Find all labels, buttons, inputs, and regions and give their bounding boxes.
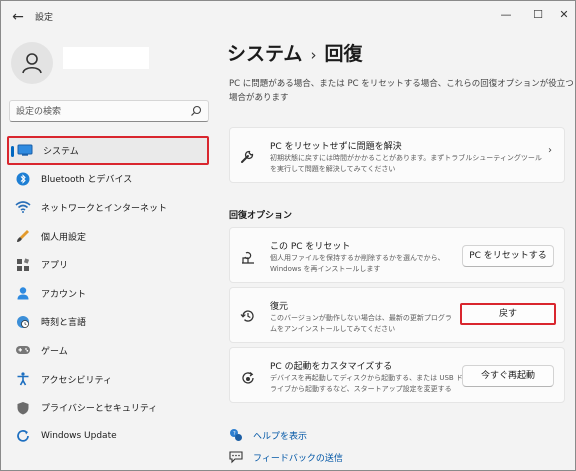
apps-icon	[15, 257, 31, 273]
history-icon	[240, 310, 254, 322]
accessibility-icon	[15, 371, 31, 387]
reset-pc-card: この PC をリセット 個人用ファイルを保持するか削除するかを選んでから、 Wi…	[229, 227, 565, 283]
wifi-icon	[15, 199, 31, 215]
sidebar-item-personalization[interactable]: 個人用設定	[7, 222, 209, 251]
shield-icon	[15, 400, 31, 416]
gamepad-icon	[15, 342, 31, 358]
reset-pc-title: この PC をリセット	[270, 242, 351, 252]
go-back-desc-line1: このバージョンが動作しない場合は、最新の更新プログラ	[270, 314, 452, 322]
give-feedback-label[interactable]: フィードバックの送信	[253, 451, 343, 464]
fix-problems-card[interactable]: PC をリセットせずに問題を解決 初期状態に戻すには時間がかかることがあります。…	[229, 127, 565, 183]
reset-pc-button[interactable]: PC をリセットする	[462, 245, 554, 267]
search-box[interactable]	[9, 100, 209, 122]
go-back-desc-line2: ムをアンインストールしてみてください	[270, 325, 396, 333]
go-back-button[interactable]: 戻す	[460, 303, 556, 325]
give-feedback-link[interactable]: フィードバックの送信	[229, 450, 343, 464]
sidebar-item-network[interactable]: ネットワークとインターネット	[7, 193, 209, 222]
recovery-options-heading: 回復オプション	[229, 211, 293, 221]
avatar[interactable]	[11, 42, 53, 84]
sidebar-item-system[interactable]: システム	[7, 136, 209, 165]
search-icon	[191, 105, 202, 116]
go-back-title: 復元	[270, 302, 289, 312]
bluetooth-icon	[15, 171, 31, 187]
page-description-line1: PC に問題がある場合、または PC をリセットする場合、これらの回復オプション…	[229, 79, 574, 89]
restart-gear-icon	[242, 372, 254, 384]
sidebar-item-label: プライバシーとセキュリティ	[41, 404, 158, 415]
sidebar-item-label: 個人用設定	[41, 232, 87, 243]
clock-globe-icon	[15, 314, 31, 330]
window-title: 設定	[35, 13, 54, 23]
breadcrumb: システム › 回復	[227, 39, 362, 66]
sidebar-item-label: Windows Update	[41, 431, 117, 442]
advanced-startup-title: PC の起動をカスタマイズする	[270, 362, 393, 372]
sidebar-item-label: アプリ	[41, 261, 69, 272]
windows-update-icon	[15, 428, 31, 444]
advanced-startup-desc-line1: デバイスを再起動してディスクから起動する、または USB ド	[270, 374, 463, 382]
sidebar-item-label: アカウント	[41, 289, 87, 300]
sidebar-item-label: 時刻と言語	[41, 318, 87, 329]
brush-icon	[15, 228, 31, 244]
get-help-link[interactable]: ? ヘルプを表示	[229, 428, 307, 442]
chevron-right-icon: ›	[548, 145, 552, 156]
sidebar-nav: システム Bluetooth とデバイス ネットワークとインターネット 個人用設…	[7, 136, 209, 451]
go-back-card: 復元 このバージョンが動作しない場合は、最新の更新プログラ ムをアンインストール…	[229, 287, 565, 343]
get-help-label[interactable]: ヘルプを表示	[253, 429, 307, 442]
settings-window: ← 設定 — ☐ ✕ システム Bluetooth とデバイス	[0, 0, 576, 471]
sidebar-item-accounts[interactable]: アカウント	[7, 279, 209, 308]
reset-pc-icon	[242, 251, 254, 264]
search-input[interactable]	[16, 104, 176, 119]
sidebar-item-label: ネットワークとインターネット	[41, 203, 168, 214]
advanced-startup-card: PC の起動をカスタマイズする デバイスを再起動してディスクから起動する、または…	[229, 347, 565, 403]
advanced-startup-desc-line2: ライブから起動するなど、スタートアップ設定を変更する	[270, 385, 452, 393]
page-title: 回復	[324, 43, 363, 65]
sidebar-item-label: アクセシビリティ	[41, 375, 113, 386]
sidebar-item-gaming[interactable]: ゲーム	[7, 336, 209, 365]
sidebar-item-time-language[interactable]: 時刻と言語	[7, 308, 209, 337]
breadcrumb-separator: ›	[310, 46, 317, 64]
system-icon	[17, 142, 33, 158]
breadcrumb-parent[interactable]: システム	[227, 43, 302, 65]
sidebar-item-apps[interactable]: アプリ	[7, 250, 209, 279]
sidebar-item-bluetooth[interactable]: Bluetooth とデバイス	[7, 165, 209, 194]
restart-now-button[interactable]: 今すぐ再起動	[462, 365, 554, 387]
fix-problems-desc-line1: 初期状態に戻すには時間がかかることがあります。まずトラブルシューティングツール	[270, 154, 542, 162]
back-button[interactable]: ←	[7, 7, 29, 27]
minimize-button[interactable]: —	[493, 5, 519, 25]
sidebar-item-label: Bluetooth とデバイス	[41, 175, 133, 186]
page-description: PC に問題がある場合、または PC をリセットする場合、これらの回復オプション…	[229, 77, 574, 105]
account-icon	[15, 285, 31, 301]
page-description-line2: 場合があります	[229, 93, 289, 103]
fix-problems-desc-line2: を実行して問題を解決してみてください	[270, 165, 396, 173]
svg-text:?: ?	[233, 431, 236, 437]
sidebar-item-accessibility[interactable]: アクセシビリティ	[7, 365, 209, 394]
person-icon	[22, 53, 42, 74]
title-bar: ← 設定 — ☐ ✕	[1, 1, 575, 33]
user-name-redacted	[63, 47, 149, 69]
help-icon: ?	[229, 428, 243, 442]
maximize-button[interactable]: ☐	[525, 5, 551, 25]
sidebar-item-label: システム	[43, 146, 79, 157]
reset-pc-desc-line2: Windows を再インストールします	[270, 265, 381, 273]
feedback-icon	[229, 450, 243, 464]
sidebar-item-windows-update[interactable]: Windows Update	[7, 422, 209, 451]
wrench-icon	[241, 150, 254, 163]
close-button[interactable]: ✕	[551, 5, 576, 25]
reset-pc-desc-line1: 個人用ファイルを保持するか削除するかを選んでから、	[270, 254, 445, 262]
sidebar-item-privacy-security[interactable]: プライバシーとセキュリティ	[7, 393, 209, 422]
sidebar-item-label: ゲーム	[41, 346, 68, 357]
fix-problems-title: PC をリセットせずに問題を解決	[270, 142, 402, 152]
